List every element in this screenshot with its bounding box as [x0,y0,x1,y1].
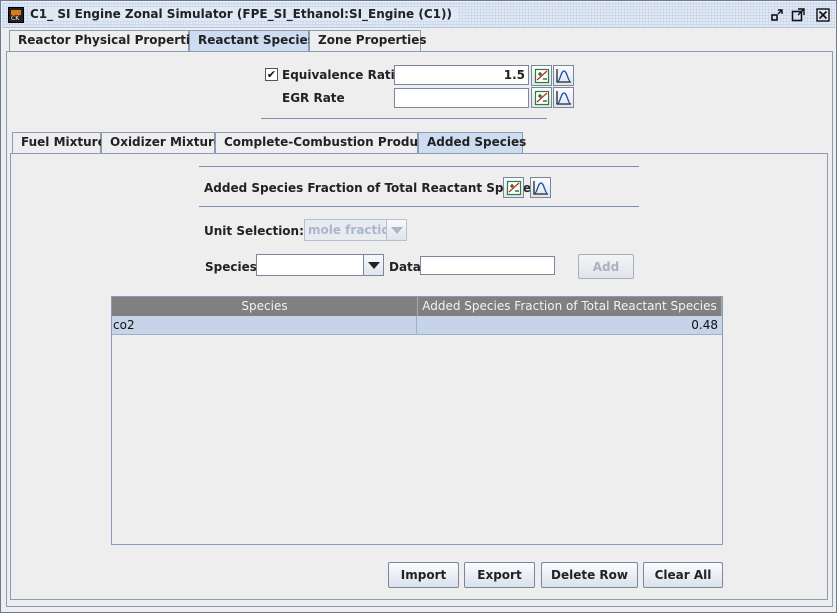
separator [199,206,639,207]
tab-added-species[interactable]: Added Species [418,132,526,153]
title-bar[interactable]: CK C1_ SI Engine Zonal Simulator (FPE_SI… [2,2,835,28]
egr-rate-profile-editor-icon[interactable] [531,87,552,108]
tab-reactor-physical-properties[interactable]: Reactor Physical Properties [9,30,205,51]
tab-complete-combustion-products[interactable]: Complete-Combustion Products [215,132,438,153]
import-button[interactable]: Import [388,562,459,588]
added-species-profile-plot-icon[interactable] [530,177,551,198]
chevron-down-icon [386,220,406,240]
clear-all-button[interactable]: Clear All [643,562,723,588]
added-species-heading: Added Species Fraction of Total Reactant… [204,181,539,195]
table-cell-fraction[interactable]: 0.48 [418,316,720,335]
add-button[interactable]: Add [578,254,634,279]
tab-fuel-mixture[interactable]: Fuel Mixture [12,132,106,153]
tab-reactant-species[interactable]: Reactant Species [189,30,315,51]
tab-zone-properties[interactable]: Zone Properties [309,30,427,51]
chevron-down-icon [363,255,383,275]
unit-selection-value: mole fraction [308,223,399,237]
egr-rate-field[interactable] [394,88,529,108]
unit-selection-label: Unit Selection: [204,224,304,238]
table-row[interactable]: co2 0.48 [112,316,722,335]
added-species-table: Species Added Species Fraction of Total … [111,296,723,545]
egr-rate-profile-plot-icon[interactable] [553,87,574,108]
delete-row-button[interactable]: Delete Row [541,562,638,588]
window-title: C1_ SI Engine Zonal Simulator (FPE_SI_Et… [30,7,458,21]
separator [199,166,639,167]
maximize-icon[interactable] [791,8,805,22]
data-field[interactable] [420,256,555,275]
close-icon[interactable] [816,8,830,22]
data-label: Data [389,260,421,274]
column-header-fraction[interactable]: Added Species Fraction of Total Reactant… [418,297,722,316]
equivalence-ratio-profile-editor-icon[interactable] [531,65,552,86]
column-header-species[interactable]: Species [112,297,418,316]
export-button[interactable]: Export [464,562,535,588]
app-icon: CK [8,7,24,23]
table-cell-species[interactable]: co2 [113,316,417,335]
species-dropdown[interactable] [256,254,384,276]
equivalence-ratio-label: Equivalence Ratio [282,68,404,82]
tab-oxidizer-mixture[interactable]: Oxidizer Mixture [101,132,222,153]
species-label: Species [205,260,257,274]
equivalence-ratio-checkbox[interactable]: ✔ [265,68,278,81]
simulator-window: CK C1_ SI Engine Zonal Simulator (FPE_SI… [0,0,837,613]
separator [261,118,547,119]
added-species-profile-editor-icon[interactable] [503,177,524,198]
equivalence-ratio-field[interactable]: 1.5 [394,65,529,85]
unit-selection-dropdown[interactable]: mole fraction [304,219,407,241]
egr-rate-label: EGR Rate [282,91,345,105]
minimize-icon[interactable] [770,8,784,22]
equivalence-ratio-profile-plot-icon[interactable] [553,65,574,86]
